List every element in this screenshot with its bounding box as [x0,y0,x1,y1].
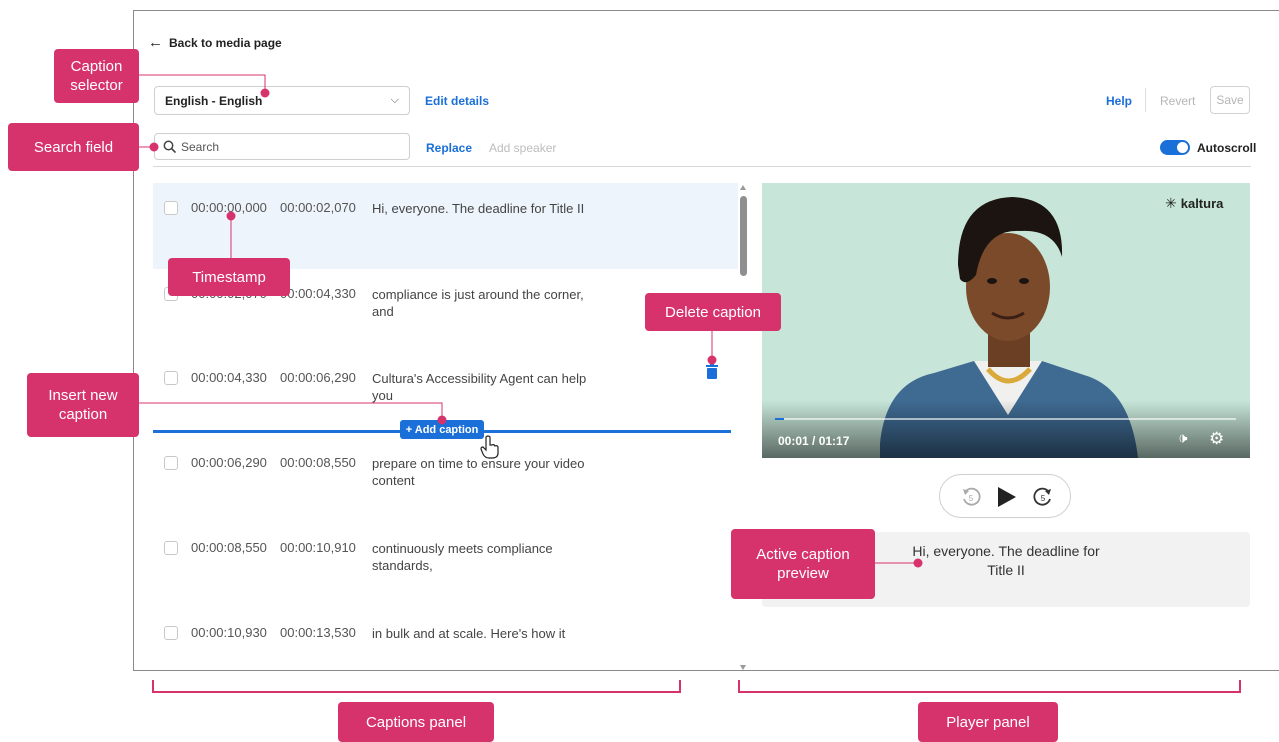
callout-active-caption-preview: Active caption preview [731,529,875,599]
callout-caption-selector: Caption selector [54,49,139,103]
callout-captions-panel: Captions panel [338,702,494,742]
callout-timestamp: Timestamp [168,258,290,296]
callout-search-field: Search field [8,123,139,171]
callout-delete-caption: Delete caption [645,293,781,331]
callout-insert-new-caption: Insert new caption [27,373,139,437]
annotation-leaders [139,74,1241,693]
callout-player-panel: Player panel [918,702,1058,742]
